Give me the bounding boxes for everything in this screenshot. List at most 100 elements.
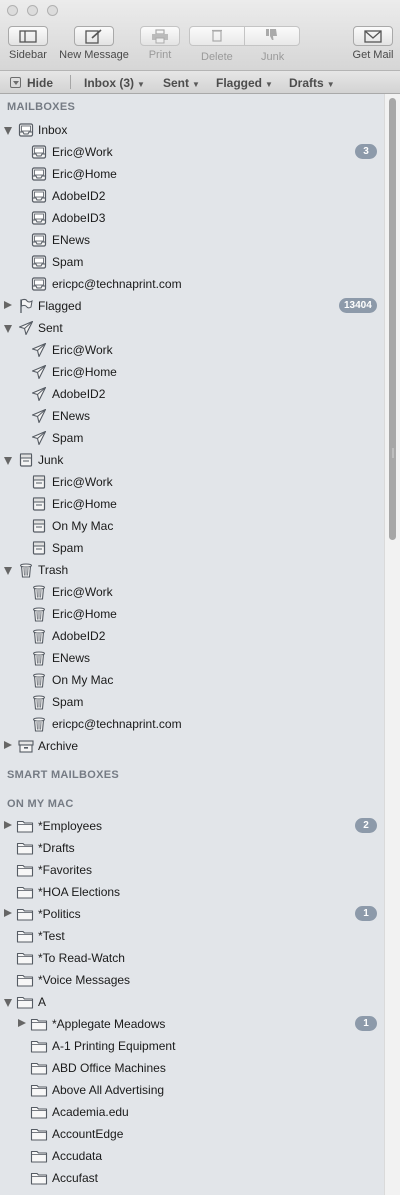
folder-academia-edu[interactable]: Academia.edu <box>0 1101 384 1123</box>
folder-voice-messages[interactable]: *Voice Messages <box>0 969 384 991</box>
folder-a[interactable]: A <box>0 991 384 1013</box>
section-header-on-my-mac[interactable]: ON MY MAC <box>7 798 74 810</box>
folder-favorites[interactable]: *Favorites <box>0 859 384 881</box>
disclosure-closed-icon[interactable] <box>4 909 12 917</box>
mailbox-spam[interactable]: Spam <box>0 427 384 449</box>
hide-label: Hide <box>27 76 54 90</box>
mailbox-label: Academia.edu <box>52 1105 129 1119</box>
disclosure-closed-icon[interactable] <box>4 821 12 829</box>
mailbox-label: Spam <box>52 431 84 445</box>
sidebar-icon <box>8 26 48 46</box>
junk-icon <box>31 474 47 490</box>
mailbox-eric-work[interactable]: Eric@Work <box>0 471 384 493</box>
zoom-window-button[interactable] <box>47 5 58 16</box>
mailbox-ericpc-technaprint-com[interactable]: ericpc@technaprint.com <box>0 273 384 295</box>
close-window-button[interactable] <box>7 5 18 16</box>
sidebar-scrollbar[interactable] <box>384 94 400 1195</box>
folder-accountedge[interactable]: AccountEdge <box>0 1123 384 1145</box>
mailbox-eric-home[interactable]: Eric@Home <box>0 163 384 185</box>
disclosure-open-icon[interactable] <box>4 127 12 135</box>
mailbox-archive[interactable]: Archive <box>0 735 384 757</box>
mailbox-eric-work[interactable]: Eric@Work <box>0 581 384 603</box>
disclosure-open-icon[interactable] <box>4 999 12 1007</box>
folder-employees[interactable]: *Employees 2 <box>0 815 384 837</box>
archive-icon <box>18 738 34 754</box>
mailbox-eric-home[interactable]: Eric@Home <box>0 603 384 625</box>
minimize-window-button[interactable] <box>27 5 38 16</box>
mailbox-ericpc-technaprint-com[interactable]: ericpc@technaprint.com <box>0 713 384 735</box>
chevron-down-icon: ▼ <box>326 80 335 89</box>
split-resize-handle[interactable] <box>392 448 394 458</box>
favorite-sent[interactable]: Sent ▼ <box>163 76 200 90</box>
mailbox-adobeid3[interactable]: AdobeID3 <box>0 207 384 229</box>
favorite-inbox[interactable]: Inbox (3) ▼ <box>84 76 145 90</box>
trash-icon <box>31 628 47 644</box>
favorite-flagged[interactable]: Flagged ▼ <box>216 76 273 90</box>
inbox-icon <box>31 276 47 292</box>
mailbox-adobeid2[interactable]: AdobeID2 <box>0 185 384 207</box>
mailbox-label: Eric@Home <box>52 365 117 379</box>
disclosure-open-icon[interactable] <box>4 325 12 333</box>
disclosure-open-icon[interactable] <box>4 567 12 575</box>
disclosure-closed-icon[interactable] <box>4 301 12 309</box>
mailbox-enews[interactable]: ENews <box>0 647 384 669</box>
disclosure-closed-icon[interactable] <box>4 741 12 749</box>
mailbox-trash[interactable]: Trash <box>0 559 384 581</box>
mailbox-sent[interactable]: Sent <box>0 317 384 339</box>
sidebar-button[interactable]: Sidebar <box>6 26 50 66</box>
section-header-smart-mailboxes[interactable]: SMART MAILBOXES <box>7 769 119 781</box>
folder-test[interactable]: *Test <box>0 925 384 947</box>
mailbox-enews[interactable]: ENews <box>0 229 384 251</box>
mailbox-eric-work[interactable]: Eric@Work 3 <box>0 141 384 163</box>
folder-hoa-elections[interactable]: *HOA Elections <box>0 881 384 903</box>
mailbox-adobeid2[interactable]: AdobeID2 <box>0 383 384 405</box>
folder-accudata[interactable]: Accudata <box>0 1145 384 1167</box>
unread-count-badge: 3 <box>355 144 377 159</box>
mailbox-eric-home[interactable]: Eric@Home <box>0 361 384 383</box>
folder-a-1-printing-equipment[interactable]: A-1 Printing Equipment <box>0 1035 384 1057</box>
print-button[interactable]: Print <box>138 26 182 66</box>
mailbox-adobeid2[interactable]: AdobeID2 <box>0 625 384 647</box>
mailbox-on-my-mac[interactable]: On My Mac <box>0 669 384 691</box>
junk-button[interactable] <box>244 26 300 46</box>
scrollbar-thumb[interactable] <box>389 98 396 540</box>
mailbox-label: *Test <box>38 929 65 943</box>
favorite-drafts[interactable]: Drafts ▼ <box>289 76 335 90</box>
mailbox-label: *HOA Elections <box>38 885 121 899</box>
mailbox-on-my-mac[interactable]: On My Mac <box>0 515 384 537</box>
favorite-inbox-label: Inbox (3) <box>84 76 134 90</box>
get-mail-button[interactable]: Get Mail <box>350 26 396 66</box>
folder-icon <box>16 972 34 988</box>
folder-icon <box>30 1170 48 1186</box>
mailbox-enews[interactable]: ENews <box>0 405 384 427</box>
hide-sidebar-button[interactable]: Hide <box>10 76 53 90</box>
mailbox-spam[interactable]: Spam <box>0 691 384 713</box>
mailbox-label: Sent <box>38 321 63 335</box>
folder-item[interactable] <box>0 1189 384 1195</box>
folder-abd-office-machines[interactable]: ABD Office Machines <box>0 1057 384 1079</box>
mailbox-label: On My Mac <box>52 519 114 533</box>
mailbox-eric-work[interactable]: Eric@Work <box>0 339 384 361</box>
junk-icon <box>31 518 47 534</box>
disclosure-closed-icon[interactable] <box>18 1019 26 1027</box>
mailbox-spam[interactable]: Spam <box>0 537 384 559</box>
folder-accufast[interactable]: Accufast <box>0 1167 384 1189</box>
trash-icon <box>211 28 223 45</box>
new-message-button[interactable]: New Message <box>57 26 131 66</box>
mailbox-spam[interactable]: Spam <box>0 251 384 273</box>
delete-button[interactable] <box>189 26 245 46</box>
unread-count-badge: 1 <box>355 1016 377 1031</box>
folder-drafts[interactable]: *Drafts <box>0 837 384 859</box>
mailbox-junk[interactable]: Junk <box>0 449 384 471</box>
mailbox-flagged[interactable]: Flagged 13404 <box>0 295 384 317</box>
mailbox-eric-home[interactable]: Eric@Home <box>0 493 384 515</box>
folder-above-all-advertising[interactable]: Above All Advertising <box>0 1079 384 1101</box>
mailbox-sidebar: MAILBOXES Inbox Eric@Work 3 Eric@Home AdobeI… <box>0 94 384 1195</box>
disclosure-open-icon[interactable] <box>4 457 12 465</box>
folder-applegate-meadows[interactable]: *Applegate Meadows 1 <box>0 1013 384 1035</box>
folder-icon <box>16 906 34 922</box>
folder-to-read-watch[interactable]: *To Read-Watch <box>0 947 384 969</box>
print-label: Print <box>148 49 172 61</box>
mailbox-inbox[interactable]: Inbox <box>0 119 384 141</box>
folder-politics[interactable]: *Politics 1 <box>0 903 384 925</box>
